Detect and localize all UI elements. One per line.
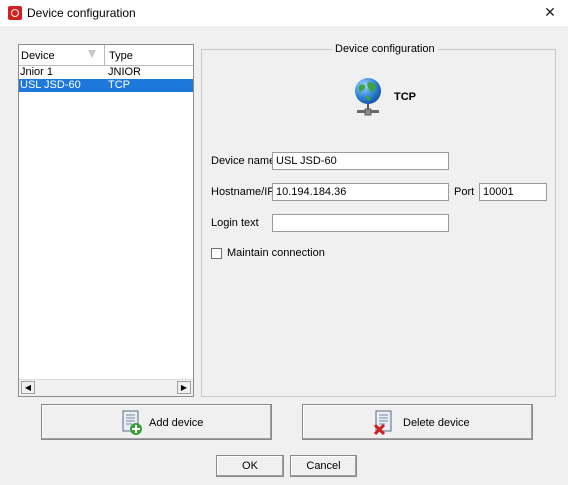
row-device-type: TCP <box>108 79 130 91</box>
login-text-label: Login text <box>211 217 259 229</box>
add-device-label: Add device <box>149 417 204 429</box>
cancel-button[interactable]: Cancel <box>290 455 357 477</box>
group-title: Device configuration <box>332 43 438 55</box>
sort-arrow-icon <box>88 50 96 58</box>
column-header-type-label: Type <box>109 50 133 62</box>
list-row-selected[interactable]: USL JSD-60 TCP <box>19 79 193 92</box>
scroll-right-icon[interactable]: ▶ <box>177 381 191 394</box>
column-header-type[interactable]: Type <box>106 45 193 65</box>
protocol-label: TCP <box>394 91 416 103</box>
delete-device-icon <box>374 410 392 436</box>
list-row[interactable]: Jnior 1 JNIOR <box>19 66 193 79</box>
close-button[interactable]: ✕ <box>542 4 558 20</box>
port-field[interactable]: 10001 <box>479 183 547 201</box>
device-list[interactable]: Device Type Jnior 1 JNIOR USL JSD-60 TCP… <box>18 44 194 397</box>
row-device-type: JNIOR <box>108 66 141 78</box>
add-device-icon <box>122 410 142 435</box>
add-device-button[interactable]: Add device <box>41 404 272 440</box>
delete-device-label: Delete device <box>403 417 470 429</box>
network-globe-icon <box>355 78 381 116</box>
app-logo-icon <box>8 6 22 20</box>
maintain-connection-checkbox[interactable] <box>211 248 222 259</box>
port-label: Port <box>454 186 475 198</box>
horizontal-scrollbar[interactable]: ◀ ▶ <box>19 379 193 396</box>
device-configuration-group: Device configuration TCP Device name USL… <box>201 43 556 397</box>
column-header-device[interactable]: Device <box>19 45 105 65</box>
ok-button[interactable]: OK <box>216 455 284 477</box>
hostname-label: Hostname/IP <box>211 186 275 198</box>
row-device-name: Jnior 1 <box>20 66 54 78</box>
login-text-field[interactable] <box>272 214 449 232</box>
delete-device-button[interactable]: Delete device <box>302 404 533 440</box>
title-bar: Device configuration ✕ <box>0 0 568 26</box>
column-header-device-label: Device <box>21 50 55 62</box>
row-device-name: USL JSD-60 <box>20 79 81 91</box>
device-name-field[interactable]: USL JSD-60 <box>272 152 449 170</box>
maintain-connection-label: Maintain connection <box>227 247 325 259</box>
list-header: Device Type <box>19 45 193 66</box>
hostname-field[interactable]: 10.194.184.36 <box>272 183 449 201</box>
device-name-label: Device name <box>211 155 276 167</box>
window-title: Device configuration <box>27 6 136 20</box>
scroll-left-icon[interactable]: ◀ <box>21 381 35 394</box>
